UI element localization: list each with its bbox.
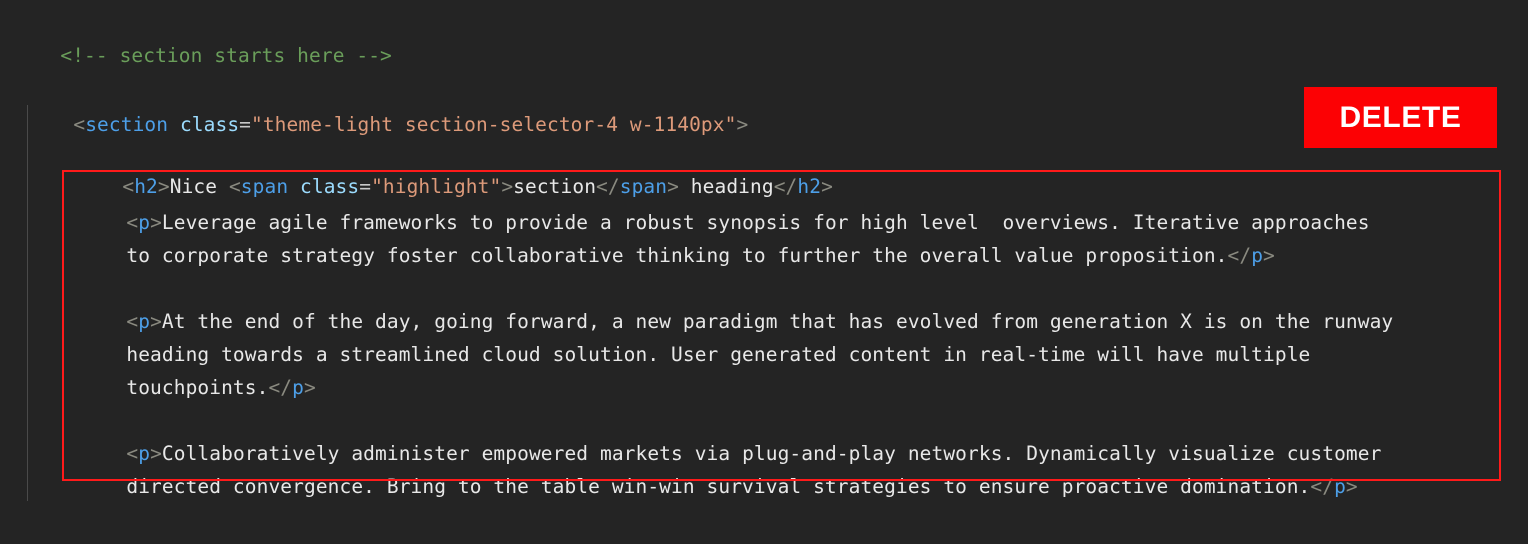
delete-button[interactable]: DELETE [1304, 87, 1497, 148]
delete-button-label: DELETE [1339, 101, 1462, 134]
p2-close-gt: > [304, 376, 316, 399]
p1-close-lt: </ [1227, 244, 1252, 267]
p1-close-gt: > [1263, 244, 1275, 267]
code-editor-surface: <!-- section starts here --> <section cl… [0, 0, 1528, 544]
section-equals: = [239, 113, 251, 136]
p2-close-lt: </ [268, 376, 293, 399]
section-open-bracket: < [73, 113, 86, 136]
p3-close-gt: > [1345, 475, 1358, 498]
p1-text-line-2: to corporate strategy foster collaborati… [126, 244, 1228, 267]
section-tag-name: section [85, 113, 169, 136]
p3-text-line-2: directed convergence. Bring to the table… [126, 475, 1311, 498]
p2-text-line-3: touchpoints. [126, 376, 269, 399]
html-comment-text: <!-- section starts here --> [60, 44, 392, 67]
section-close-bracket: > [736, 113, 749, 136]
p3-close-tag: p [1334, 475, 1346, 498]
p1-close-tag: p [1251, 244, 1264, 267]
code-line-paragraph-3-line-2: directed convergence. Bring to the table… [79, 437, 1358, 536]
p2-close-tag: p [292, 376, 304, 399]
section-class-attr-value: "theme-light section-selector-4 w-1140px… [251, 113, 737, 136]
p3-close-lt: </ [1310, 475, 1335, 498]
code-line-section-close: </section> [26, 504, 192, 544]
space-1 [168, 113, 180, 136]
section-class-attr-name: class [179, 113, 240, 136]
